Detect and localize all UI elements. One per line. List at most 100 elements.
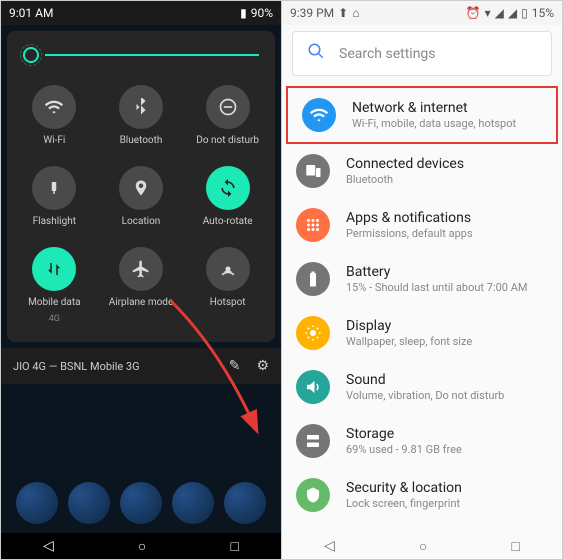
settings-pane: 9:39 PM ⬆ ⌂ ⏰ ▾ ◢ ◢ ▯ 15% Search setting…: [282, 1, 562, 559]
settings-item-battery[interactable]: Battery 15% - Should last until about 7:…: [282, 252, 562, 306]
settings-text: Battery 15% - Should last until about 7:…: [346, 264, 527, 294]
tile-label: Wi-Fi: [43, 135, 65, 146]
rotate-icon: [206, 166, 250, 210]
status-bar: 9:01 AM ▮ 90%: [1, 1, 281, 25]
nav-bar: ◁ ○ □: [1, 533, 281, 559]
settings-item-apps[interactable]: Apps & notifications Permissions, defaul…: [282, 198, 562, 252]
tile-label: Bluetooth: [120, 135, 163, 146]
quick-settings-pane: 9:01 AM ▮ 90% Wi-Fi Bluetooth Do not dis…: [1, 1, 282, 559]
dock-app[interactable]: [120, 482, 162, 524]
settings-title: Apps & notifications: [346, 210, 473, 226]
settings-text: Apps & notifications Permissions, defaul…: [346, 210, 473, 240]
settings-item-security[interactable]: Security & location Lock screen, fingerp…: [282, 468, 562, 522]
battery-icon: ▯: [521, 6, 528, 20]
plane-icon: [119, 247, 163, 291]
home-dock: [1, 473, 281, 533]
storage-icon: [296, 424, 330, 458]
sound-icon: [296, 370, 330, 404]
apps-icon: [296, 208, 330, 242]
notif-icon: ⬆: [338, 6, 348, 20]
search-icon: [307, 42, 325, 65]
qs-tile-loc[interactable]: Location: [102, 160, 181, 233]
settings-title: Display: [346, 318, 472, 334]
tile-label: Do not disturb: [196, 135, 259, 146]
data-icon: [32, 247, 76, 291]
settings-title: Sound: [346, 372, 504, 388]
qs-tile-flash[interactable]: Flashlight: [15, 160, 94, 233]
settings-subtitle: Permissions, default apps: [346, 227, 473, 240]
settings-subtitle: Bluetooth: [346, 173, 464, 186]
wifi-icon: [32, 85, 76, 129]
settings-subtitle: 69% used - 9.81 GB free: [346, 443, 462, 456]
settings-title: Battery: [346, 264, 527, 280]
tile-label: Location: [122, 216, 161, 227]
settings-title: Connected devices: [346, 156, 464, 172]
tile-label: Mobile data: [28, 297, 81, 308]
tile-label: Auto-rotate: [203, 216, 253, 227]
qs-tile-data[interactable]: Mobile data 4G: [15, 241, 94, 330]
alarm-icon: ⏰: [466, 6, 481, 20]
battery-pct: 15%: [532, 6, 554, 20]
qs-tile-rotate[interactable]: Auto-rotate: [188, 160, 267, 233]
gear-icon[interactable]: ⚙: [256, 358, 269, 374]
settings-text: Sound Volume, vibration, Do not disturb: [346, 372, 504, 402]
back-button[interactable]: ◁: [324, 538, 335, 554]
battery-pct: 90%: [251, 6, 273, 20]
notif-icon: ⌂: [352, 6, 359, 20]
display-icon: [296, 316, 330, 350]
clock: 9:39 PM: [290, 6, 334, 20]
nav-bar: ◁ ○ □: [282, 533, 562, 559]
flash-icon: [32, 166, 76, 210]
settings-item-display[interactable]: Display Wallpaper, sleep, font size: [282, 306, 562, 360]
settings-title: Security & location: [346, 480, 462, 496]
tile-sublabel: 4G: [49, 314, 60, 324]
hotspot-icon: [206, 247, 250, 291]
tile-label: Airplane mode: [109, 297, 174, 308]
settings-item-devices[interactable]: Connected devices Bluetooth: [282, 144, 562, 198]
qs-tile-wifi[interactable]: Wi-Fi: [15, 79, 94, 152]
settings-text: Network & internet Wi-Fi, mobile, data u…: [352, 100, 516, 130]
dnd-icon: [206, 85, 250, 129]
settings-title: Network & internet: [352, 100, 516, 116]
battery-icon: ▮: [240, 6, 247, 20]
search-placeholder: Search settings: [339, 46, 436, 62]
settings-text: Connected devices Bluetooth: [346, 156, 464, 186]
qs-tile-dnd[interactable]: Do not disturb: [188, 79, 267, 152]
home-button[interactable]: ○: [419, 538, 427, 555]
settings-list: Network & internet Wi-Fi, mobile, data u…: [282, 82, 562, 526]
home-button[interactable]: ○: [138, 538, 146, 555]
settings-text: Security & location Lock screen, fingerp…: [346, 480, 462, 510]
settings-title: Storage: [346, 426, 462, 442]
signal-icon: ◢: [508, 6, 517, 20]
signal-icon: ◢: [495, 6, 504, 20]
back-button[interactable]: ◁: [43, 538, 54, 554]
settings-item-sound[interactable]: Sound Volume, vibration, Do not disturb: [282, 360, 562, 414]
brightness-slider[interactable]: [15, 43, 267, 79]
tile-label: Flashlight: [33, 216, 76, 227]
recents-button[interactable]: □: [230, 538, 238, 555]
qs-tile-plane[interactable]: Airplane mode: [102, 241, 181, 330]
wifi-icon: ▾: [485, 6, 491, 20]
brightness-track[interactable]: [45, 54, 259, 56]
recents-button[interactable]: □: [511, 538, 519, 555]
settings-subtitle: Volume, vibration, Do not disturb: [346, 389, 504, 402]
dock-app[interactable]: [16, 482, 58, 524]
qs-footer: JIO 4G — BSNL Mobile 3G ✎ ⚙: [1, 348, 281, 384]
brightness-thumb[interactable]: [23, 47, 39, 63]
dock-app[interactable]: [172, 482, 214, 524]
settings-subtitle: 15% - Should last until about 7:00 AM: [346, 281, 527, 294]
carrier-label: JIO 4G — BSNL Mobile 3G: [13, 360, 140, 373]
qs-panel: Wi-Fi Bluetooth Do not disturb Flashligh…: [7, 31, 275, 342]
tile-label: Hotspot: [210, 297, 246, 308]
edit-icon[interactable]: ✎: [229, 358, 241, 374]
search-settings[interactable]: Search settings: [292, 31, 552, 76]
battery-icon: [296, 262, 330, 296]
settings-item-storage[interactable]: Storage 69% used - 9.81 GB free: [282, 414, 562, 468]
qs-tile-hotspot[interactable]: Hotspot: [188, 241, 267, 330]
status-bar: 9:39 PM ⬆ ⌂ ⏰ ▾ ◢ ◢ ▯ 15%: [282, 1, 562, 25]
qs-tile-bt[interactable]: Bluetooth: [102, 79, 181, 152]
dock-app[interactable]: [68, 482, 110, 524]
settings-text: Storage 69% used - 9.81 GB free: [346, 426, 462, 456]
settings-item-wifi[interactable]: Network & internet Wi-Fi, mobile, data u…: [286, 86, 558, 144]
dock-app[interactable]: [224, 482, 266, 524]
